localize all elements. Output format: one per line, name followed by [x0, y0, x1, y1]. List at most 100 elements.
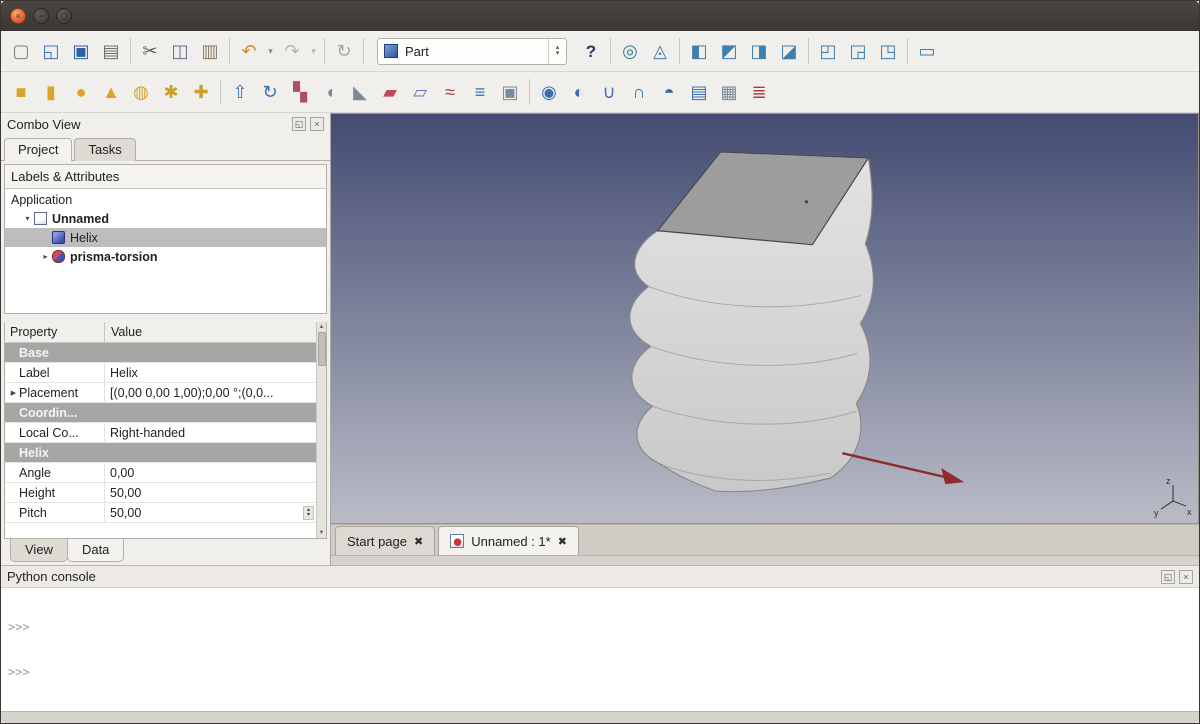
- float-panel-button[interactable]: ◱: [292, 117, 306, 131]
- viewport-3d[interactable]: z y x: [331, 113, 1199, 524]
- sphere-button[interactable]: ●: [66, 77, 96, 107]
- copy-button[interactable]: ◫: [165, 36, 195, 66]
- expander-icon[interactable]: ▸: [39, 252, 52, 261]
- property-row-height[interactable]: Height 50,00: [5, 483, 316, 503]
- close-panel-button[interactable]: ×: [310, 117, 324, 131]
- property-scrollbar[interactable]: ▲ ▼: [316, 322, 326, 538]
- property-expander-icon[interactable]: ▶: [8, 389, 19, 397]
- union-button[interactable]: ∪: [594, 77, 624, 107]
- close-panel-button[interactable]: ×: [1179, 570, 1193, 584]
- tab-data[interactable]: Data: [67, 539, 124, 562]
- close-window-button[interactable]: ×: [10, 8, 26, 24]
- cross-sections-button[interactable]: ▤: [684, 77, 714, 107]
- print-button[interactable]: ▤: [96, 36, 126, 66]
- value-spinner[interactable]: ▴ ▾: [303, 506, 314, 520]
- boolean-button[interactable]: ◉: [534, 77, 564, 107]
- save-button[interactable]: ▣: [66, 36, 96, 66]
- sweep-button[interactable]: ≈: [435, 77, 465, 107]
- right-view-button[interactable]: ◨: [744, 36, 774, 66]
- property-row-pitch[interactable]: Pitch 50,00 ▴ ▾: [5, 503, 316, 523]
- section-button[interactable]: ◓: [654, 77, 684, 107]
- tab-project[interactable]: Project: [4, 138, 72, 161]
- tree-item-prisma-torsion[interactable]: ▸ prisma-torsion: [5, 247, 326, 266]
- property-row-angle[interactable]: Angle 0,00: [5, 463, 316, 483]
- python-console-output[interactable]: >>> >>> >>> >>>#Formula: P = 360 * H / a…: [1, 587, 1199, 711]
- cut-button[interactable]: ✂: [135, 36, 165, 66]
- scroll-up-icon[interactable]: ▲: [319, 322, 325, 332]
- defeaturing-button[interactable]: ≣: [744, 77, 774, 107]
- undo-menu-button[interactable]: ▾: [264, 36, 277, 66]
- new-document-button[interactable]: ▢: [6, 36, 36, 66]
- paste-button[interactable]: ▥: [195, 36, 225, 66]
- workbench-selector[interactable]: Part ▴ ▾: [377, 38, 567, 65]
- property-value-cell[interactable]: Helix: [105, 363, 316, 382]
- property-group-coordinate[interactable]: Coordin...: [5, 403, 316, 423]
- titlebar[interactable]: × − ◻: [1, 1, 1199, 31]
- python-console-title: Python console: [7, 569, 1157, 584]
- whatsthis-button[interactable]: ?: [576, 36, 606, 66]
- expander-icon[interactable]: ▾: [21, 214, 34, 223]
- revolve-button[interactable]: ↻: [255, 77, 285, 107]
- property-value-cell[interactable]: [(0,00 0,00 1,00);0,00 °;(0,0...: [105, 383, 316, 402]
- workbench-selector-arrows[interactable]: ▴ ▾: [548, 39, 566, 64]
- tab-start-page[interactable]: Start page ✖: [335, 526, 435, 555]
- ruled-surface-button[interactable]: ▰: [375, 77, 405, 107]
- measure-button[interactable]: ▭: [912, 36, 942, 66]
- tab-close-icon[interactable]: ✖: [414, 535, 423, 548]
- undo-button[interactable]: ↶: [234, 36, 264, 66]
- bottom-view-button[interactable]: ◰: [813, 36, 843, 66]
- model-tree[interactable]: Application ▾ Unnamed: [5, 189, 326, 313]
- thickness-button[interactable]: ▣: [495, 77, 525, 107]
- property-value-cell[interactable]: 50,00: [105, 483, 316, 502]
- axonometric-view-button[interactable]: ◬: [645, 36, 675, 66]
- property-row-local-coordinate[interactable]: Local Co... Right-handed: [5, 423, 316, 443]
- torus-button[interactable]: ◍: [126, 77, 156, 107]
- rear-view-button[interactable]: ◪: [774, 36, 804, 66]
- refresh-button[interactable]: ↻: [329, 36, 359, 66]
- property-row-placement[interactable]: ▶ Placement [(0,00 0,00 1,00);0,00 °;(0,…: [5, 383, 316, 403]
- property-value-cell[interactable]: 50,00 ▴ ▾: [105, 503, 316, 522]
- maximize-window-button[interactable]: ◻: [56, 8, 72, 24]
- intersection-button[interactable]: ∩: [624, 77, 654, 107]
- tree-item-unnamed[interactable]: ▾ Unnamed: [5, 209, 326, 228]
- offset-button[interactable]: ≡: [465, 77, 495, 107]
- cone-button[interactable]: ▲: [96, 77, 126, 107]
- property-row-label[interactable]: Label Helix: [5, 363, 316, 383]
- toolbar-icon-glyph: ▦: [720, 83, 737, 101]
- shape-builder-button[interactable]: ✚: [186, 77, 216, 107]
- redo-button[interactable]: ↷: [277, 36, 307, 66]
- top-view-button[interactable]: ◩: [714, 36, 744, 66]
- loft-button[interactable]: ▱: [405, 77, 435, 107]
- fit-all-button[interactable]: ◎: [615, 36, 645, 66]
- front-view-button[interactable]: ◧: [684, 36, 714, 66]
- left-view-button[interactable]: ◲: [843, 36, 873, 66]
- tab-tasks[interactable]: Tasks: [74, 138, 135, 161]
- redo-menu-button[interactable]: ▾: [307, 36, 320, 66]
- property-group-helix[interactable]: Helix: [5, 443, 316, 463]
- cylinder-button[interactable]: ▮: [36, 77, 66, 107]
- isometric-view-button[interactable]: ◳: [873, 36, 903, 66]
- mirror-button[interactable]: ▚: [285, 77, 315, 107]
- tab-view[interactable]: View: [10, 539, 68, 562]
- tree-item-application[interactable]: Application: [5, 190, 326, 209]
- property-value-cell[interactable]: 0,00: [105, 463, 316, 482]
- fillet-button[interactable]: ◖: [315, 77, 345, 107]
- open-button[interactable]: ◱: [36, 36, 66, 66]
- extrude-button[interactable]: ⇧: [225, 77, 255, 107]
- property-value-cell[interactable]: Right-handed: [105, 423, 316, 442]
- chamfer-button[interactable]: ◣: [345, 77, 375, 107]
- tree-item-helix[interactable]: Helix: [5, 228, 326, 247]
- tab-close-icon[interactable]: ✖: [558, 535, 567, 548]
- float-panel-button[interactable]: ◱: [1161, 570, 1175, 584]
- spin-down-icon[interactable]: ▾: [556, 51, 560, 57]
- scroll-down-icon[interactable]: ▼: [319, 528, 325, 538]
- box-button[interactable]: ■: [6, 77, 36, 107]
- viewport-canvas[interactable]: z y x: [331, 114, 1198, 523]
- scrollbar-thumb[interactable]: [318, 332, 326, 366]
- compound-button[interactable]: ▦: [714, 77, 744, 107]
- minimize-window-button[interactable]: −: [33, 8, 49, 24]
- cut-boolean-button[interactable]: ◐: [564, 77, 594, 107]
- tab-unnamed-document[interactable]: Unnamed : 1* ✖: [438, 526, 579, 555]
- create-primitives-button[interactable]: ✱: [156, 77, 186, 107]
- property-group-base[interactable]: Base: [5, 343, 316, 363]
